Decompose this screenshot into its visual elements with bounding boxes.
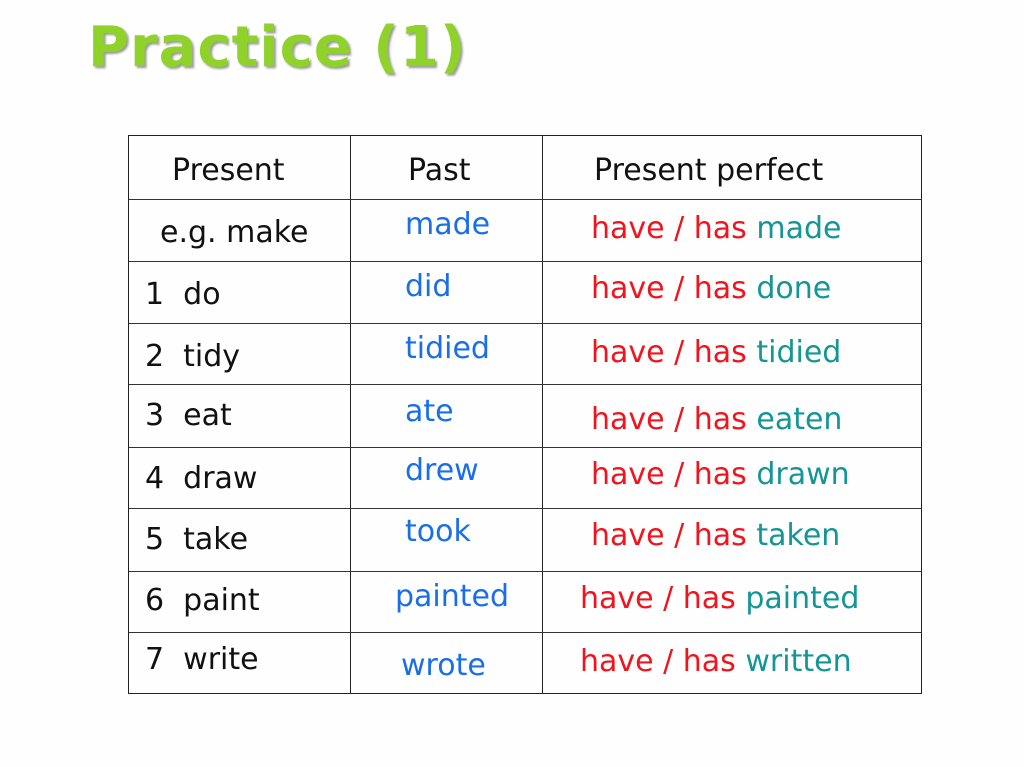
past-verb: ate: [405, 394, 454, 429]
table-row: e.g. make made have / has made: [129, 199, 921, 261]
past-cell: painted: [350, 572, 543, 632]
table-row: 6 paint painted have / has painted: [129, 571, 921, 632]
present-perfect-phrase: have / has drawn: [591, 460, 850, 490]
participle: written: [745, 644, 852, 679]
present-perfect-cell: have / has made: [542, 200, 924, 261]
table-row: 7 write wrote have / has written: [129, 632, 921, 694]
present-perfect-cell: have / has drawn: [542, 448, 924, 508]
header-present: Present: [172, 153, 285, 188]
present-cell: e.g. make: [129, 200, 350, 261]
participle: eaten: [756, 402, 843, 437]
present-cell: 1 do: [129, 262, 350, 323]
present-verb: 5 take: [145, 522, 249, 557]
header-cell-past: Past: [350, 136, 543, 199]
past-verb: took: [405, 514, 471, 549]
present-perfect-cell: have / has taken: [542, 509, 924, 571]
participle: done: [756, 271, 832, 306]
present-perfect-cell: have / has done: [542, 262, 924, 323]
past-cell: took: [350, 509, 543, 571]
header-cell-present-perfect: Present perfect: [542, 136, 924, 199]
past-verb: made: [405, 207, 491, 242]
present-cell: 4 draw: [129, 448, 350, 508]
table-header-row: Present Past Present perfect: [129, 136, 921, 199]
participle: drawn: [756, 457, 850, 492]
header-present-perfect: Present perfect: [594, 153, 824, 188]
auxiliary: have / has: [580, 644, 736, 679]
present-verb: 7 write: [145, 642, 259, 677]
auxiliary: have / has: [591, 457, 747, 492]
verb-table: Present Past Present perfect e.g. make m…: [128, 135, 922, 694]
past-cell: did: [350, 262, 543, 323]
auxiliary: have / has: [580, 581, 736, 616]
header-cell-present: Present: [129, 136, 350, 199]
present-cell: 2 tidy: [129, 324, 350, 384]
slide-title: Practice (1): [88, 15, 467, 80]
auxiliary: have / has: [591, 211, 747, 246]
present-perfect-cell: have / has tidied: [542, 324, 924, 384]
present-perfect-phrase: have / has made: [591, 214, 841, 244]
present-cell: 5 take: [129, 509, 350, 571]
present-perfect-phrase: have / has painted: [580, 584, 859, 614]
past-verb: drew: [405, 453, 479, 488]
slide: Practice (1) Present Past Present perfec…: [0, 0, 1024, 767]
table-row: 5 take took have / has taken: [129, 508, 921, 571]
auxiliary: have / has: [591, 518, 747, 553]
present-cell: 3 eat: [129, 385, 350, 447]
auxiliary: have / has: [591, 402, 747, 437]
past-verb: tidied: [405, 331, 490, 366]
past-verb: painted: [395, 579, 510, 614]
participle: made: [756, 211, 842, 246]
past-cell: made: [350, 200, 543, 261]
past-verb: did: [405, 269, 452, 304]
past-cell: wrote: [350, 633, 543, 694]
present-perfect-phrase: have / has eaten: [591, 405, 842, 435]
present-verb: 2 tidy: [145, 339, 241, 374]
participle: tidied: [756, 335, 842, 370]
present-perfect-cell: have / has written: [542, 633, 924, 694]
table-row: 3 eat ate have / has eaten: [129, 384, 921, 447]
past-cell: tidied: [350, 324, 543, 384]
present-verb: 3 eat: [145, 398, 232, 433]
table-row: 2 tidy tidied have / has tidied: [129, 323, 921, 384]
present-cell: 7 write: [129, 633, 350, 694]
present-perfect-phrase: have / has taken: [591, 521, 840, 551]
present-perfect-cell: have / has painted: [542, 572, 924, 632]
present-verb: 6 paint: [145, 583, 260, 618]
auxiliary: have / has: [591, 271, 747, 306]
participle: painted: [745, 581, 860, 616]
present-perfect-cell: have / has eaten: [542, 385, 924, 447]
present-verb: 4 draw: [145, 461, 258, 496]
table-row: 1 do did have / has done: [129, 261, 921, 323]
past-cell: ate: [350, 385, 543, 447]
table-row: 4 draw drew have / has drawn: [129, 447, 921, 508]
present-cell: 6 paint: [129, 572, 350, 632]
header-past: Past: [408, 153, 471, 188]
present-perfect-phrase: have / has done: [591, 274, 831, 304]
past-cell: drew: [350, 448, 543, 508]
present-perfect-phrase: have / has tidied: [591, 338, 841, 368]
present-verb: e.g. make: [160, 215, 309, 250]
auxiliary: have / has: [591, 335, 747, 370]
present-verb: 1 do: [145, 277, 221, 312]
past-verb: wrote: [401, 648, 486, 683]
participle: taken: [756, 518, 841, 553]
present-perfect-phrase: have / has written: [580, 647, 852, 677]
